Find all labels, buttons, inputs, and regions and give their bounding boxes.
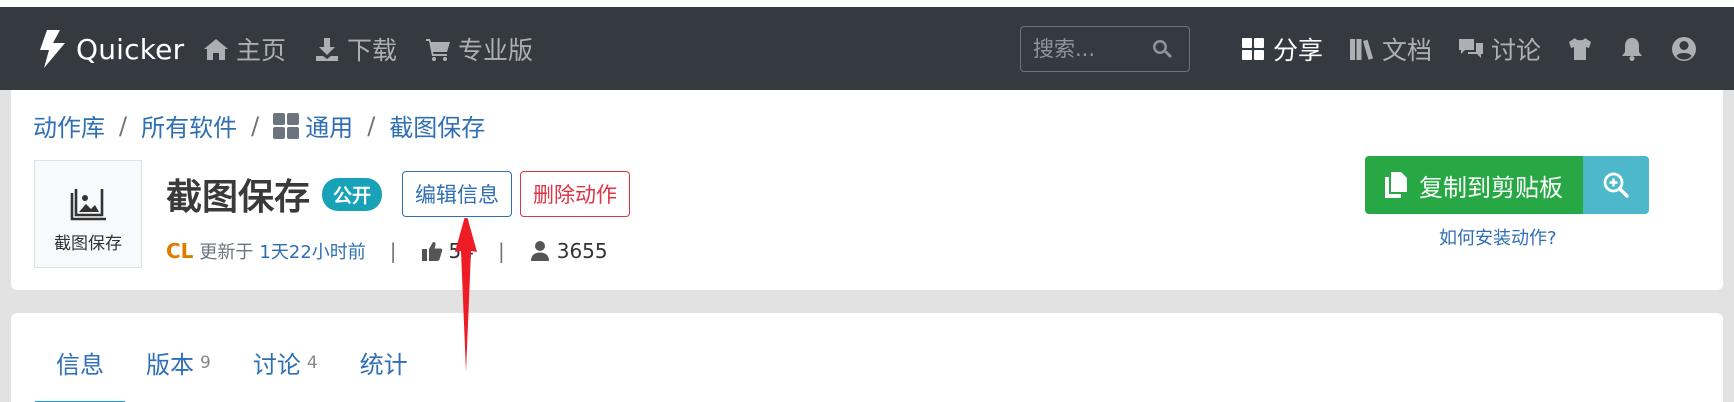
tab-versions-count: 9 [200,353,211,373]
lightning-logo-icon [40,30,65,68]
nav-pro-label: 专业版 [458,36,534,65]
brand-name: Quicker [76,32,185,66]
preview-button[interactable] [1583,156,1649,214]
nav-docs-label: 文档 [1382,36,1433,65]
nav-right: 分享 文档 讨论 [1240,32,1723,66]
search-input[interactable] [1033,27,1153,71]
tab-info[interactable]: 信息 [35,345,125,402]
tab-discussion-count: 4 [306,353,318,373]
search-icon[interactable] [1151,38,1173,60]
breadcrumb-all-software[interactable]: 所有软件 [141,108,237,143]
meta-divider: | [497,239,505,263]
breadcrumb-current-action[interactable]: 截图保存 [389,108,485,143]
download-icon [316,38,339,61]
tshirt-icon [1569,38,1592,60]
action-title: 截图保存 [166,177,311,218]
comments-icon [1459,39,1484,58]
zoom-in-icon [1603,172,1629,198]
tab-versions-label: 版本 [146,351,194,379]
breadcrumb-action-library[interactable]: 动作库 [33,108,105,143]
bell-icon [1622,38,1643,61]
nav-share-link[interactable]: 分享 [1240,31,1323,67]
how-to-install-link[interactable]: 如何安装动作? [1439,224,1557,250]
user-circle-icon [1672,37,1697,61]
nav-left: 主页 下载 专业版 [203,32,561,66]
breadcrumb-general[interactable]: 通用 [305,108,353,143]
copy-button-group: 复制到剪贴板 [1365,156,1649,214]
nav-pro-link[interactable]: 专业版 [425,31,533,67]
tab-discussion[interactable]: 讨论 4 [232,345,339,402]
nav-share-label: 分享 [1273,36,1324,65]
home-icon [204,39,228,60]
action-meta: CL 更新于 1天22小时前 | 54 | 3655 [166,238,608,264]
grid-icon [273,112,300,139]
copy-icon [1385,172,1407,198]
author-link[interactable]: CL [166,239,193,263]
copy-to-clipboard-button[interactable]: 复制到剪贴板 [1365,156,1583,214]
tab-info-label: 信息 [56,351,104,379]
top-strip [0,0,1734,7]
tab-stats-label: 统计 [359,351,408,379]
tabs-card: 信息 版本 9 讨论 4 统计 [11,313,1723,402]
meta-divider: | [389,239,397,263]
delete-action-button[interactable]: 删除动作 [520,171,631,217]
nav-notifications-button[interactable] [1619,36,1645,62]
grid-icon [1242,38,1264,60]
image-crop-icon [70,189,106,221]
breadcrumb: 动作库 / 所有软件 / 通用 / 截图保存 [33,108,485,143]
tab-stats[interactable]: 统计 [339,345,429,402]
nav-discuss-label: 讨论 [1491,36,1542,65]
visibility-badge: 公开 [322,177,383,211]
copy-button-label: 复制到剪贴板 [1419,173,1563,202]
updated-prefix: 更新于 [199,242,254,263]
tab-bar: 信息 版本 9 讨论 4 统计 [35,345,429,402]
action-icon-caption: 截图保存 [54,234,122,254]
search-box [1020,26,1190,72]
users-count: 3655 [556,239,608,263]
nav-user-button[interactable] [1671,36,1697,62]
updated-time-link[interactable]: 1天22小时前 [259,238,365,264]
title-row: 截图保存 公开 编辑信息 删除动作 [166,168,631,220]
tab-versions[interactable]: 版本 9 [125,345,232,402]
nav-discuss-link[interactable]: 讨论 [1458,31,1541,67]
nav-download-label: 下载 [347,36,398,65]
cart-icon [426,39,451,61]
breadcrumb-separator: / [119,111,128,140]
nav-download-link[interactable]: 下载 [314,31,397,67]
top-navbar: Quicker 主页 下载 专业版 分享 文档 讨论 [0,7,1734,90]
nav-tshirt-button[interactable] [1567,36,1593,62]
edit-info-button[interactable]: 编辑信息 [402,171,513,217]
action-header-card: 动作库 / 所有软件 / 通用 / 截图保存 截图保存 截图保存 公开 编辑信息… [11,90,1723,290]
nav-home-label: 主页 [236,36,287,65]
breadcrumb-separator: / [367,111,376,140]
nav-home-link[interactable]: 主页 [203,31,286,67]
breadcrumb-separator: / [251,111,260,140]
nav-docs-link[interactable]: 文档 [1349,31,1432,67]
tab-discussion-label: 讨论 [252,351,301,379]
thumbs-up-icon [421,242,442,261]
users-stat: 3655 [529,239,608,263]
user-icon [530,241,549,261]
books-icon [1350,39,1374,60]
likes-stat[interactable]: 54 [421,239,474,263]
action-icon-box: 截图保存 [34,160,142,268]
likes-count: 54 [448,239,474,263]
brand-logo[interactable]: Quicker [38,29,184,69]
